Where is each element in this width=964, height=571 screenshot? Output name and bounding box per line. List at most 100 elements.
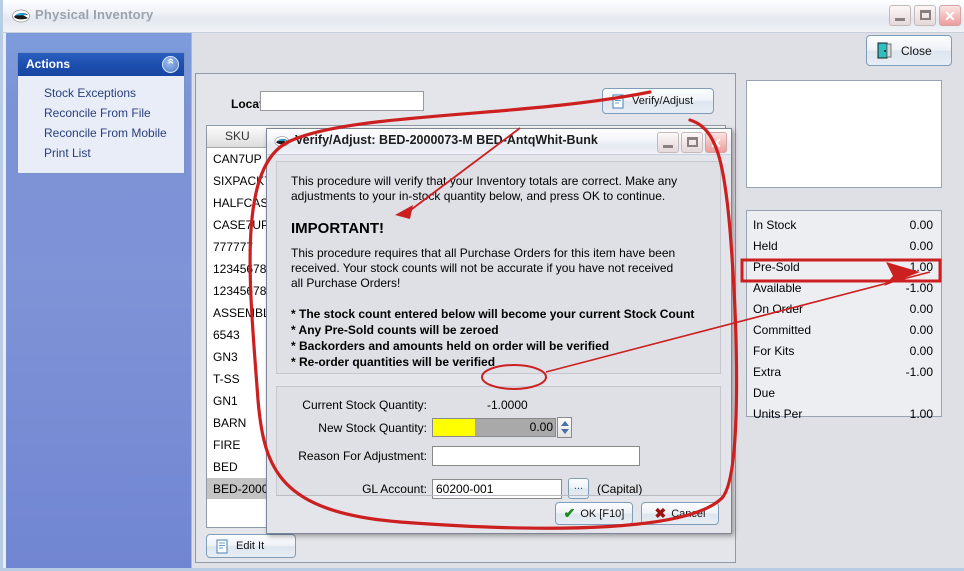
new-stock-quantity-label: New Stock Quantity: bbox=[318, 421, 427, 435]
main-window-controls: ✕ bbox=[889, 5, 961, 26]
stepper-down-icon[interactable] bbox=[561, 429, 569, 434]
dialog-form-box: Current Stock Quantity: -1.0000 New Stoc… bbox=[276, 386, 721, 499]
stat-value: 0.00 bbox=[909, 344, 933, 358]
stat-label: In Stock bbox=[753, 218, 797, 232]
item-detail-pane: In Stock 0.00 Held 0.00 Pre-Sold 1.00 Av… bbox=[740, 73, 952, 563]
document-icon bbox=[612, 94, 624, 108]
item-image-placeholder bbox=[746, 80, 942, 188]
actions-panel: Actions Stock Exceptions Reconcile From … bbox=[17, 52, 185, 174]
sidebar-item-reconcile-from-mobile[interactable]: Reconcile From Mobile bbox=[18, 123, 184, 143]
important-line-1: This procedure requires that all Purchas… bbox=[291, 246, 676, 260]
stat-row-extra: Extra -1.00 bbox=[747, 362, 941, 383]
dialog-minimize-button[interactable] bbox=[657, 132, 679, 153]
stat-row-pre-sold: Pre-Sold 1.00 bbox=[747, 257, 941, 278]
stat-row-available: Available -1.00 bbox=[747, 278, 941, 299]
stepper-up-icon[interactable] bbox=[561, 421, 569, 426]
dialog-info-box: This procedure will verify that your Inv… bbox=[276, 161, 721, 374]
stat-value: -1.00 bbox=[905, 365, 933, 379]
gl-account-note: (Capital) bbox=[597, 482, 643, 496]
stat-row-units-per: Units Per 1.00 bbox=[747, 404, 941, 425]
checkmark-icon: ✔ bbox=[563, 505, 576, 521]
footer-divider bbox=[276, 495, 722, 496]
main-window-title: Physical Inventory bbox=[35, 7, 154, 22]
bullet-item: * Re-order quantities will be verified bbox=[291, 355, 496, 369]
important-heading: IMPORTANT! bbox=[291, 220, 385, 237]
screenshot-root: Physical Inventory ✕ Actions Stock Excep… bbox=[0, 0, 964, 571]
stat-row-in-stock: In Stock 0.00 bbox=[747, 215, 941, 236]
ok-button[interactable]: ✔ OK [F10] bbox=[555, 502, 633, 525]
stat-label: Units Per bbox=[753, 407, 803, 421]
column-header-sku[interactable]: SKU bbox=[225, 129, 250, 143]
inventory-stats-list: In Stock 0.00 Held 0.00 Pre-Sold 1.00 Av… bbox=[746, 210, 942, 421]
stat-value: 0.00 bbox=[909, 239, 933, 253]
verify-adjust-dialog: Verify/Adjust: BED-2000073-M BED-AntqWhi… bbox=[266, 128, 732, 534]
quantity-stepper[interactable] bbox=[557, 417, 572, 438]
stat-label: For Kits bbox=[753, 344, 795, 358]
dialog-window-controls: ✕ bbox=[657, 132, 727, 153]
verify-adjust-button[interactable]: Verify/Adjust bbox=[602, 88, 714, 114]
dialog-title: Verify/Adjust: BED-2000073-M BED-AntqWhi… bbox=[295, 133, 598, 147]
stat-value: 1.00 bbox=[909, 407, 933, 421]
dialog-maximize-button[interactable] bbox=[681, 132, 703, 153]
stat-label: Committed bbox=[753, 323, 812, 337]
sidebar: Actions Stock Exceptions Reconcile From … bbox=[6, 33, 192, 568]
new-stock-quantity-value: 0.00 bbox=[475, 419, 555, 436]
verify-adjust-button-label: Verify/Adjust bbox=[632, 95, 694, 107]
important-bullets: * The stock count entered below will bec… bbox=[291, 306, 706, 370]
stat-row-on-order: On Order 0.00 bbox=[747, 299, 941, 320]
edit-item-button[interactable]: Edit It bbox=[206, 534, 296, 558]
stat-row-due: Due bbox=[747, 383, 941, 404]
stat-value: 1.00 bbox=[909, 260, 933, 274]
current-stock-quantity-label: Current Stock Quantity: bbox=[302, 398, 427, 412]
dialog-intro-line-1: This procedure will verify that your Inv… bbox=[291, 174, 678, 188]
actions-panel-body: Stock Exceptions Reconcile From File Rec… bbox=[18, 76, 184, 173]
edit-item-button-label: Edit It bbox=[236, 540, 265, 552]
sidebar-item-print-list[interactable]: Print List bbox=[18, 143, 184, 163]
stat-row-committed: Committed 0.00 bbox=[747, 320, 941, 341]
actions-panel-header: Actions bbox=[18, 53, 184, 76]
main-window-titlebar: Physical Inventory ✕ bbox=[3, 0, 964, 33]
dialog-titlebar: Verify/Adjust: BED-2000073-M BED-AntqWhi… bbox=[267, 129, 731, 155]
minimize-button[interactable] bbox=[889, 5, 911, 26]
bullet-item: * Any Pre-Sold counts will be zeroed bbox=[291, 323, 499, 337]
stat-value: -1.00 bbox=[905, 281, 933, 295]
cancel-button[interactable]: ✖ Cancel bbox=[641, 502, 719, 525]
app-icon bbox=[274, 136, 290, 147]
close-button[interactable]: Close bbox=[866, 35, 952, 66]
gl-account-label: GL Account: bbox=[362, 482, 427, 496]
close-button-label: Close bbox=[901, 43, 932, 58]
dialog-footer: ✔ OK [F10] ✖ Cancel bbox=[267, 495, 731, 529]
maximize-button[interactable] bbox=[914, 5, 936, 26]
stat-label: Available bbox=[753, 281, 802, 295]
chevron-up-icon[interactable] bbox=[162, 56, 179, 73]
stat-value: 0.00 bbox=[909, 302, 933, 316]
new-stock-quantity-field[interactable]: 0.00 bbox=[432, 418, 556, 437]
bullet-item: * Backorders and amounts held on order w… bbox=[291, 339, 610, 353]
dialog-body: This procedure will verify that your Inv… bbox=[267, 154, 731, 533]
bullet-item: * The stock count entered below will bec… bbox=[291, 307, 695, 321]
stat-value: 0.00 bbox=[909, 323, 933, 337]
current-stock-quantity-value: -1.0000 bbox=[487, 398, 528, 412]
important-line-2: received. Your stock counts will not be … bbox=[291, 261, 674, 275]
sidebar-item-reconcile-from-file[interactable]: Reconcile From File bbox=[18, 103, 184, 123]
ok-button-label: OK [F10] bbox=[580, 507, 625, 520]
sidebar-item-stock-exceptions[interactable]: Stock Exceptions bbox=[18, 83, 184, 103]
stat-label: Extra bbox=[753, 365, 782, 379]
reason-for-adjustment-input[interactable] bbox=[432, 446, 640, 466]
app-icon bbox=[12, 9, 30, 23]
stat-label: Due bbox=[753, 386, 776, 400]
stat-label: On Order bbox=[753, 302, 804, 316]
close-window-button[interactable]: ✕ bbox=[939, 5, 961, 26]
actions-panel-title: Actions bbox=[26, 57, 71, 71]
door-exit-icon bbox=[877, 42, 892, 59]
cancel-button-label: Cancel bbox=[671, 507, 706, 520]
stat-row-held: Held 0.00 bbox=[747, 236, 941, 257]
stat-row-for-kits: For Kits 0.00 bbox=[747, 341, 941, 362]
reason-for-adjustment-label: Reason For Adjustment: bbox=[298, 449, 427, 463]
dialog-close-button[interactable]: ✕ bbox=[705, 132, 727, 153]
x-mark-icon: ✖ bbox=[654, 505, 667, 521]
dialog-intro-line-2: adjustments to your in-stock quantity be… bbox=[291, 189, 666, 203]
stat-label: Pre-Sold bbox=[753, 260, 800, 274]
locate-input[interactable] bbox=[260, 91, 424, 111]
stat-label: Held bbox=[753, 239, 778, 253]
